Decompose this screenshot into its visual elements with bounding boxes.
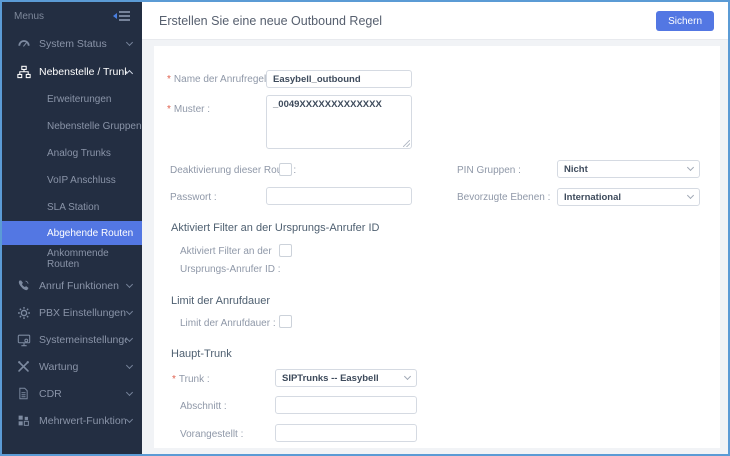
pattern-textarea[interactable]: _0049XXXXXXXXXXXXX	[266, 95, 412, 149]
required-asterisk: *	[172, 374, 176, 385]
sidebar-item-wartung[interactable]: Wartung	[2, 353, 142, 380]
chevron-down-icon	[126, 334, 133, 341]
prepend-input[interactable]	[275, 424, 417, 442]
gauge-icon	[16, 37, 31, 52]
required-asterisk: *	[167, 104, 171, 115]
pin-group-select[interactable]: Nicht	[557, 160, 700, 178]
sidebar-item-label: Mehrwert-Funktionen	[39, 415, 127, 427]
sidebar-item-label: PBX Einstellungen	[39, 307, 127, 319]
save-button[interactable]: Sichern	[656, 11, 714, 31]
name-label: *Name der Anrufregel :	[167, 74, 272, 85]
sidebar-item-nebenstelle-gruppen[interactable]: Nebenstelle Gruppen	[2, 113, 142, 140]
limit-section-heading: Limit der Anrufdauer	[171, 295, 270, 307]
chevron-up-icon	[126, 70, 133, 77]
sidebar-item-erweiterungen[interactable]: Erweiterungen	[2, 86, 142, 113]
sidebar-item-anruf-funktionen[interactable]: Anruf Funktionen	[2, 272, 142, 299]
phone-icon	[16, 278, 31, 293]
deactivate-label: Deaktivierung dieser Route :	[170, 165, 296, 176]
sidebar-subitem-label: Erweiterungen	[47, 94, 111, 105]
filter-section-heading: Aktiviert Filter an der Ursprungs-Anrufe…	[171, 222, 379, 234]
sidebar-title: Menus	[14, 11, 44, 22]
required-asterisk: *	[167, 74, 171, 85]
deactivate-checkbox[interactable]	[279, 163, 292, 176]
pin-group-value: Nicht	[564, 164, 688, 175]
chevron-down-icon	[687, 164, 694, 171]
document-icon	[16, 386, 31, 401]
sidebar-item-label: CDR	[39, 388, 127, 400]
main-area: Erstellen Sie eine neue Outbound Regel S…	[142, 2, 728, 454]
tools-icon	[16, 359, 31, 374]
pattern-textarea-wrap: _0049XXXXXXXXXXXXX	[266, 95, 412, 149]
chevron-down-icon	[126, 361, 133, 368]
rule-name-input[interactable]	[266, 70, 412, 88]
trunk-section-heading: Haupt-Trunk	[171, 348, 232, 360]
sidebar: Menus System Status Nebenstelle / Trunk …	[2, 2, 142, 454]
sidebar-item-analog-trunks[interactable]: Analog Trunks	[2, 140, 142, 167]
collapse-arrow-icon	[113, 13, 117, 19]
collapse-menu-icon[interactable]	[113, 11, 130, 21]
chevron-down-icon	[126, 39, 133, 46]
trunk-label: *Trunk :	[172, 374, 210, 385]
chevron-down-icon	[126, 388, 133, 395]
preferred-level-select[interactable]: International	[557, 188, 700, 206]
strip-label: Abschnitt :	[180, 401, 227, 412]
sidebar-item-mehrwert-funktionen[interactable]: Mehrwert-Funktionen	[2, 407, 142, 434]
sidebar-item-pbx-einstellungen[interactable]: PBX Einstellungen	[2, 299, 142, 326]
sidebar-item-cdr[interactable]: CDR	[2, 380, 142, 407]
sidebar-subitem-label: SLA Station	[47, 202, 99, 213]
chevron-down-icon	[126, 307, 133, 314]
chevron-down-icon	[404, 373, 411, 380]
chevron-down-icon	[126, 280, 133, 287]
page-header: Erstellen Sie eine neue Outbound Regel S…	[142, 2, 728, 40]
limit-checkbox[interactable]	[279, 315, 292, 328]
sidebar-subitem-label: Ankommende Routen	[47, 248, 142, 270]
preferred-level-label: Bevorzugte Ebenen :	[457, 192, 550, 203]
app-window: Menus System Status Nebenstelle / Trunk …	[0, 0, 730, 456]
hamburger-icon	[119, 11, 130, 21]
sidebar-subitem-label: VoIP Anschluss	[47, 175, 116, 186]
sidebar-item-nebenstelle-trunk[interactable]: Nebenstelle / Trunk	[2, 58, 142, 86]
form-card: *Name der Anrufregel : *Muster : _0049XX…	[154, 46, 720, 448]
sidebar-item-ankommende-routen[interactable]: Ankommende Routen	[2, 245, 142, 272]
filter-checkbox[interactable]	[279, 244, 292, 257]
sidebar-header: Menus	[2, 2, 142, 30]
sidebar-item-system-status[interactable]: System Status	[2, 30, 142, 58]
strip-input[interactable]	[275, 396, 417, 414]
preferred-level-value: International	[564, 192, 688, 203]
chevron-down-icon	[687, 192, 694, 199]
chevron-down-icon	[126, 415, 133, 422]
sidebar-subitem-label: Abgehende Routen	[47, 228, 133, 239]
sidebar-item-label: System Status	[39, 38, 127, 50]
muster-label: *Muster :	[167, 104, 210, 115]
grid-icon	[16, 413, 31, 428]
trunk-select[interactable]: SIPTrunks -- Easybell	[275, 369, 417, 387]
prepend-label: Vorangestellt :	[180, 429, 243, 440]
sidebar-item-voip-anschluss[interactable]: VoIP Anschluss	[2, 167, 142, 194]
sidebar-item-systemeinstellungen[interactable]: Systemeinstellungen	[2, 326, 142, 353]
sidebar-item-label: Wartung	[39, 361, 127, 373]
sidebar-item-label: Nebenstelle / Trunk	[39, 66, 127, 78]
gear-icon	[16, 305, 31, 320]
sidebar-item-sla-station[interactable]: SLA Station	[2, 194, 142, 221]
password-input[interactable]	[266, 187, 412, 205]
filter-label-line2: Ursprungs-Anrufer ID :	[180, 264, 281, 275]
sidebar-subitem-label: Analog Trunks	[47, 148, 111, 159]
sidebar-item-label: Anruf Funktionen	[39, 280, 127, 292]
sitemap-icon	[16, 65, 31, 80]
sidebar-subitem-label: Nebenstelle Gruppen	[47, 121, 142, 132]
pin-group-label: PIN Gruppen :	[457, 165, 521, 176]
monitor-gear-icon	[16, 332, 31, 347]
trunk-value: SIPTrunks -- Easybell	[282, 373, 405, 384]
filter-label-line1: Aktiviert Filter an der	[180, 246, 272, 257]
sidebar-item-label: Systemeinstellungen	[39, 334, 127, 346]
page-title: Erstellen Sie eine neue Outbound Regel	[159, 14, 382, 28]
sidebar-item-abgehende-routen[interactable]: Abgehende Routen	[2, 221, 142, 245]
password-label: Passwort :	[170, 192, 217, 203]
limit-label: Limit der Anrufdauer :	[180, 318, 276, 329]
